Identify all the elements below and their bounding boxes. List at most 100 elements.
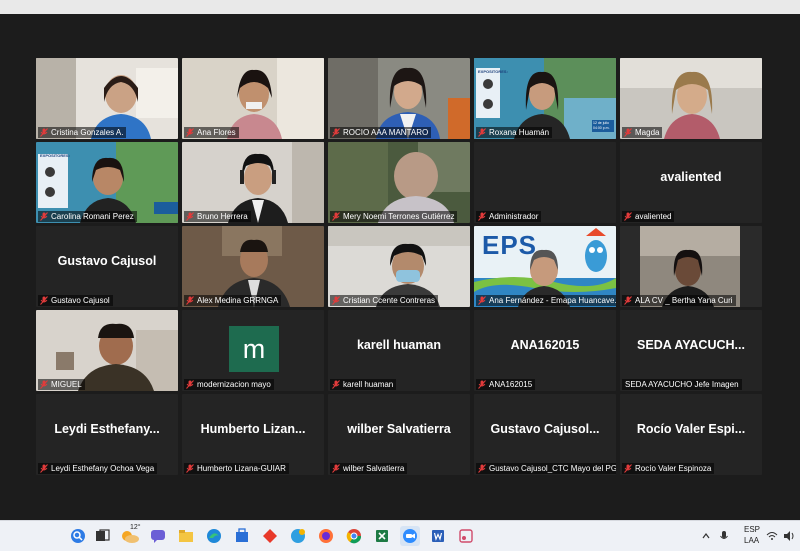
participant-tile[interactable]: Alex Medina GRRNGA	[182, 226, 324, 307]
participant-tile[interactable]: wilber Salvatierra wilber Salvatierra	[328, 394, 470, 475]
participant-label: Gustavo Cajusol_CTC Mayo del PG...	[476, 463, 616, 474]
participant-name: Gustavo Cajusol	[51, 296, 110, 305]
muted-mic-icon	[40, 464, 48, 473]
edge-icon[interactable]	[204, 526, 224, 546]
weather-temperature: 12°	[130, 524, 141, 531]
participant-tile[interactable]: Gustavo Cajusol... Gustavo Cajusol_CTC M…	[474, 394, 616, 475]
participant-label: Humberto Lizana-GUIAR	[184, 463, 289, 474]
muted-mic-icon	[186, 128, 194, 137]
participant-display-name: SEDA AYACUCH...	[637, 338, 745, 352]
search-icon[interactable]	[68, 526, 88, 546]
participant-name: karell huaman	[343, 380, 394, 389]
participant-display-name: ANA162015	[510, 338, 580, 352]
participant-label: Bruno Herrera	[184, 211, 251, 222]
slide-heading: EXPOSITORES:	[478, 69, 508, 74]
muted-mic-icon	[186, 380, 194, 389]
muted-mic-icon	[624, 212, 632, 221]
participant-tile[interactable]: Cristian Ccente Contreras	[328, 226, 470, 307]
participant-tile[interactable]: EXPOSITORES: Carolina Romani Perez	[36, 142, 178, 223]
participant-tile[interactable]: Cristina Gonzales A.	[36, 58, 178, 139]
participant-label: Cristina Gonzales A.	[38, 127, 127, 138]
participant-label: wilber Salvatierra	[330, 463, 408, 474]
file-explorer-icon[interactable]	[176, 526, 196, 546]
participant-tile[interactable]: Humberto Lizan... Humberto Lizana-GUIAR	[182, 394, 324, 475]
participant-display-name: Leydi Esthefany...	[54, 422, 160, 436]
participant-label: Ana Fernández - Emapa Huancave...	[476, 295, 616, 306]
participant-name: Magda	[635, 128, 660, 137]
participant-tile[interactable]: SEDA AYACUCH... SEDA AYACUCHO Jefe Image…	[620, 310, 762, 391]
participant-tile[interactable]: avaliented avaliented	[620, 142, 762, 223]
avatar: m	[229, 326, 279, 372]
participant-tile[interactable]: ALA CV _ Bertha Yana Curi	[620, 226, 762, 307]
participant-tile[interactable]: ROCIO AAA MANTARO	[328, 58, 470, 139]
language-code[interactable]: ESP	[744, 525, 760, 534]
participant-tile[interactable]: MIGUEL	[36, 310, 178, 391]
participant-label: Magda	[622, 127, 663, 138]
gallery-view: Cristina Gonzales A. Ana Flores ROCIO AA…	[0, 14, 800, 520]
participant-tile[interactable]: ANA162015 ANA162015	[474, 310, 616, 391]
participant-label: karell huaman	[330, 379, 397, 390]
participant-display-name: avaliented	[660, 170, 722, 184]
chevron-up-icon[interactable]	[700, 526, 712, 546]
participant-name: Mery Noemi Terrones Gutiérrez	[343, 212, 455, 221]
participant-label: Ana Flores	[184, 127, 239, 138]
participant-tile[interactable]: Bruno Herrera	[182, 142, 324, 223]
slide-date: 12 de julio	[593, 121, 609, 125]
participant-label: avaliented	[622, 211, 675, 222]
chat-icon[interactable]	[148, 526, 168, 546]
slide-heading: EXPOSITORES:	[40, 153, 70, 158]
muted-mic-icon	[332, 296, 340, 305]
participant-label: Carolina Romani Perez	[38, 211, 137, 222]
participant-tile[interactable]: Mery Noemi Terrones Gutiérrez	[328, 142, 470, 223]
muted-mic-icon	[332, 380, 340, 389]
slide-time: 04:00 p.m.	[593, 126, 610, 130]
participant-name: Rocío Valer Espinoza	[635, 464, 712, 473]
participant-name: ROCIO AAA MANTARO	[343, 128, 429, 137]
participant-name: Roxana Huamán	[489, 128, 550, 137]
participant-tile[interactable]: Administrador	[474, 142, 616, 223]
participant-name: ANA162015	[489, 380, 533, 389]
edge-alt-icon[interactable]	[288, 526, 308, 546]
participant-name: Gustavo Cajusol_CTC Mayo del PG...	[489, 464, 616, 473]
office-icon[interactable]	[260, 526, 280, 546]
participant-tile[interactable]: m modernizacion mayo	[182, 310, 324, 391]
muted-mic-icon	[624, 464, 632, 473]
keyboard-layout[interactable]: LAA	[744, 536, 759, 545]
participant-name: avaliented	[635, 212, 672, 221]
participant-display-name: Humberto Lizan...	[200, 422, 306, 436]
participant-display-name: Gustavo Cajusol	[57, 254, 157, 268]
muted-mic-icon	[478, 296, 486, 305]
participant-tile[interactable]: Magda	[620, 58, 762, 139]
mascot-icon	[585, 228, 607, 272]
word-icon[interactable]	[428, 526, 448, 546]
firefox-icon[interactable]	[316, 526, 336, 546]
wifi-icon[interactable]	[766, 526, 778, 546]
participant-tile[interactable]: Rocío Valer Espi... Rocío Valer Espinoza	[620, 394, 762, 475]
participant-tile[interactable]: karell huaman karell huaman	[328, 310, 470, 391]
volume-icon[interactable]	[782, 526, 796, 546]
participant-tile[interactable]: Gustavo Cajusol Gustavo Cajusol	[36, 226, 178, 307]
window-top-bar	[0, 0, 800, 14]
muted-mic-icon	[186, 464, 194, 473]
eps-logo: EPS	[482, 230, 538, 260]
task-view-icon[interactable]	[92, 526, 112, 546]
participant-name: Humberto Lizana-GUIAR	[197, 464, 286, 473]
participant-tile[interactable]: Leydi Esthefany... Leydi Esthefany Ochoa…	[36, 394, 178, 475]
participant-name: Alex Medina GRRNGA	[197, 296, 279, 305]
muted-mic-icon	[478, 380, 486, 389]
muted-mic-icon	[186, 296, 194, 305]
muted-mic-icon	[40, 212, 48, 221]
participant-tile-active-speaker[interactable]: EXPOSITORES: 12 de julio 04:00 p.m. Roxa…	[474, 58, 616, 139]
snipping-icon[interactable]	[456, 526, 476, 546]
participant-name: Ana Flores	[197, 128, 236, 137]
participant-tile[interactable]: Ana Flores	[182, 58, 324, 139]
zoom-icon[interactable]	[400, 526, 420, 546]
participant-name: Cristian Ccente Contreras	[343, 296, 436, 305]
microphone-icon[interactable]	[718, 526, 730, 546]
excel-icon[interactable]	[372, 526, 392, 546]
participant-label: Alex Medina GRRNGA	[184, 295, 282, 306]
store-icon[interactable]	[232, 526, 252, 546]
participant-display-name: Rocío Valer Espi...	[636, 422, 746, 436]
chrome-icon[interactable]	[344, 526, 364, 546]
participant-tile[interactable]: EPS Ana Fernández - Emapa Huancave...	[474, 226, 616, 307]
